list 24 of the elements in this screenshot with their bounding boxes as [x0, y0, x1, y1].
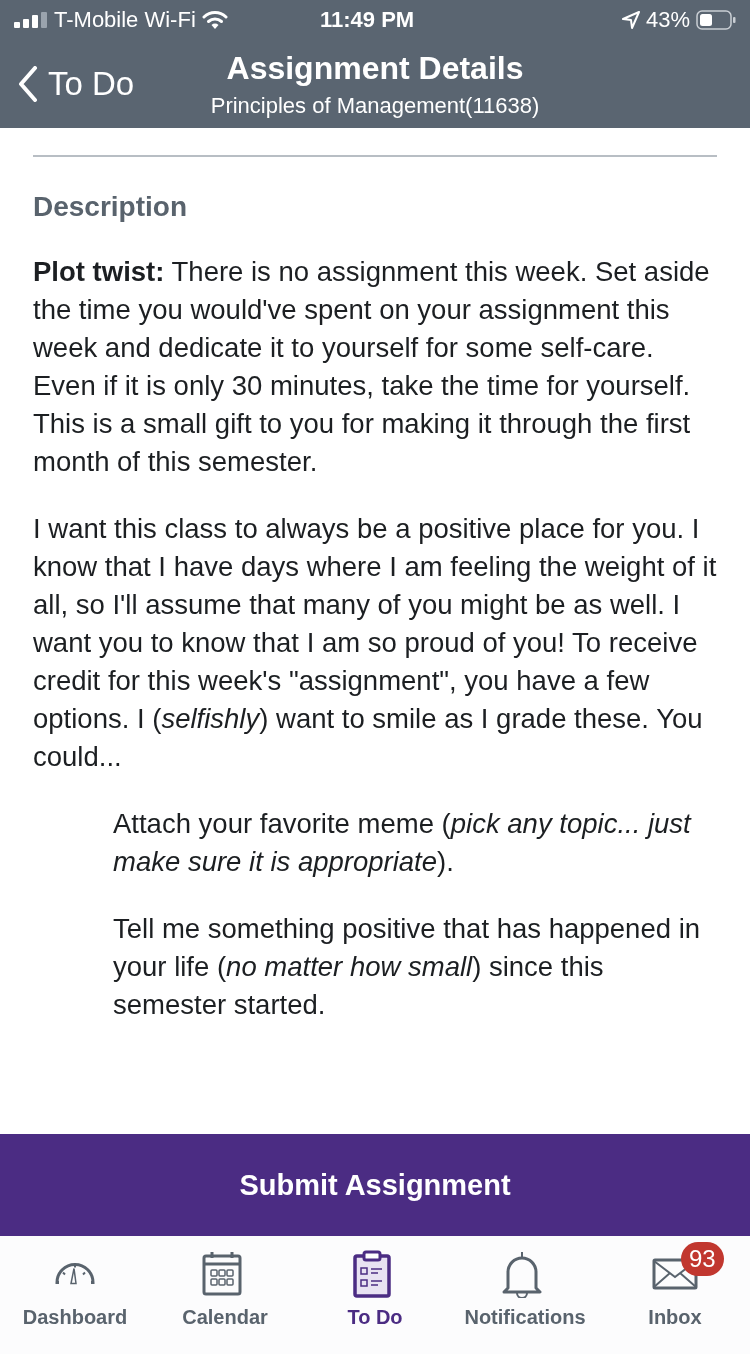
- option-paragraph: Attach your favorite meme (pick any topic... just make sure it is appropriate).: [113, 807, 693, 879]
- tab-button[interactable]: Dashboard: [0, 1236, 150, 1354]
- gauge-icon: [55, 1262, 95, 1286]
- battery-icon: [696, 10, 736, 30]
- section-heading: Description: [33, 191, 189, 223]
- battery-percent: 43%: [645, 7, 690, 33]
- count-badge: 93: [681, 1242, 724, 1276]
- wifi-icon: [201, 10, 228, 30]
- signal-icon: [14, 12, 48, 28]
- option-paragraph: Tell me something positive that has happened in your life (no matter how small) since this semester started.: [113, 912, 702, 1022]
- tab-button[interactable]: Notifications: [450, 1236, 600, 1354]
- carrier-name: T-Mobile Wi-Fi: [54, 7, 196, 33]
- clock-time: 11:49 PM: [320, 7, 415, 33]
- tab-button[interactable]: Calendar: [150, 1236, 300, 1354]
- tab-button[interactable]: 93 Inbox: [600, 1236, 750, 1354]
- screen-title: Assignment Details: [226, 50, 524, 87]
- location-arrow-icon: [621, 11, 640, 29]
- tab-button[interactable]: To Do: [300, 1236, 450, 1354]
- description-paragraph: I want this class to always be a positive place for you. I know that I have days where I am feeling the weight of it all, so I'll assume that many of you might be as well. I want you to know that I am so proud of you! To receive credit for this week's "assignment", you have a few options. I (selfishly) want to smile as I grade these. You could...: [33, 512, 717, 774]
- submit-button[interactable]: Submit Assignment: [0, 1134, 750, 1236]
- description-paragraph: Plot twist: There is no assignment this week. Set aside the time you would've spent on your assignment this week and dedicate it to yourself for some self-care. Even if it is only 30 minutes, take the time for yourself. This is a small gift to you for making it through the first month of this semester.: [33, 255, 711, 479]
- chevron-left-icon: [18, 66, 38, 102]
- screen-subtitle: Principles of Management(11638): [210, 93, 540, 119]
- back-button[interactable]: To Do: [0, 65, 135, 103]
